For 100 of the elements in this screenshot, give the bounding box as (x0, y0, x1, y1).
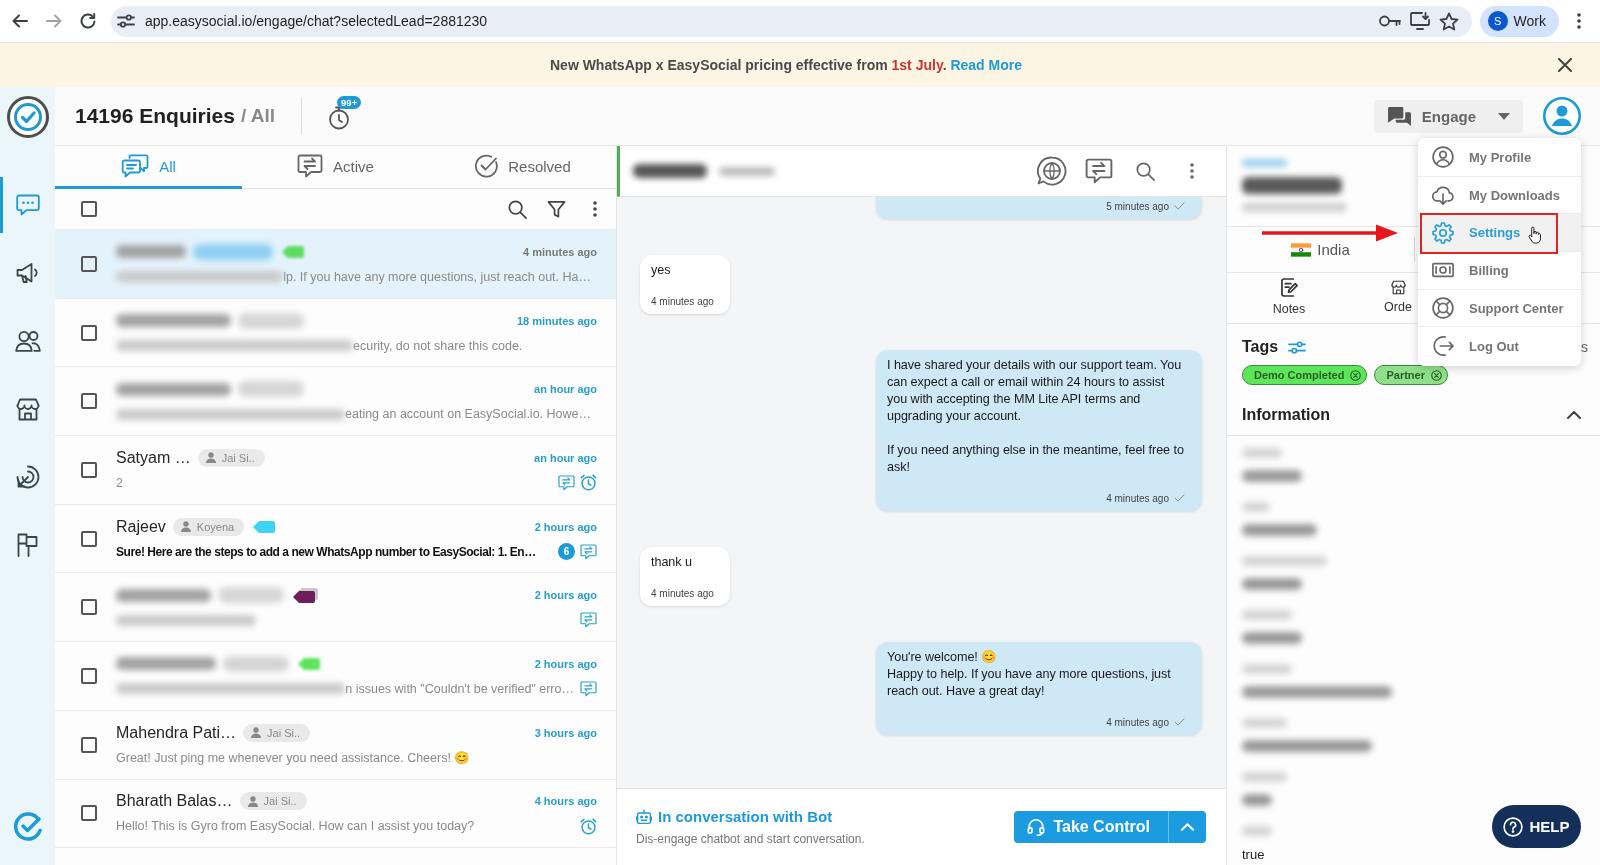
stopwatch-icon[interactable] (328, 106, 351, 130)
menu-item[interactable]: Billing (1418, 252, 1581, 290)
row-checkbox[interactable] (81, 805, 97, 822)
tags-action-text[interactable]: s (1581, 339, 1588, 355)
message-preview: n issues with "Couldn't be verified" erro… (345, 681, 574, 696)
conversation-row[interactable]: Mahendra Pati… Jai Si.. 3 hours ago Great! Just ping me whenever you need assistance. Cheers! 😊 (55, 710, 616, 780)
section-title: Information (1242, 405, 1330, 424)
person-icon (251, 727, 262, 739)
more-options-button[interactable] (1168, 811, 1206, 843)
redacted-label (1242, 826, 1272, 836)
swap-chat-icon[interactable] (1085, 158, 1113, 184)
page-title: 14196 Enquiries (75, 104, 235, 128)
message-time: 4 minutes ago (1106, 492, 1169, 504)
contact-name: Mahendra Pati… (116, 723, 237, 742)
row-checkbox[interactable] (81, 667, 97, 684)
announcement-text: New WhatsApp x EasySocial pricing effective from 1st July. Read More (550, 57, 1022, 73)
timestamp: 3 hours ago (534, 726, 597, 739)
conversation-row[interactable]: 2 hours ago (55, 573, 616, 643)
filter-tab[interactable]: Active (242, 146, 429, 189)
menu-item[interactable]: Support Center (1418, 289, 1581, 328)
user-circle-icon (1432, 146, 1454, 169)
robot-icon (636, 808, 652, 825)
tag-chip[interactable]: Partner (1374, 365, 1448, 385)
row-checkbox[interactable] (81, 530, 97, 547)
conversation-row[interactable]: Rajeev Koyena 2 hours ago Sure! Here are the steps to add a new WhatsApp number to EasySocial: 1. En… 6 (55, 504, 616, 574)
timestamp: 2 hours ago (534, 657, 597, 670)
logout-icon (1432, 335, 1454, 358)
conversation-row[interactable]: Bharath Balas… Jai Si.. 4 hours ago Hello! This is Gyro from EasySocial. How can I assist you today? (55, 779, 616, 849)
tag-chip[interactable]: Demo Completed (1242, 365, 1368, 385)
hand-cursor-icon (1528, 226, 1541, 245)
take-control-button[interactable]: Take Control (1014, 811, 1168, 843)
redacted-label (1242, 502, 1270, 512)
kebab-menu-icon[interactable] (1577, 13, 1581, 29)
tags-title: Tags (1242, 338, 1279, 356)
close-icon[interactable] (1558, 58, 1572, 72)
caret-down-icon (1498, 112, 1510, 120)
key-icon[interactable] (1378, 15, 1401, 27)
timestamp: 2 hours ago (534, 520, 597, 533)
cloud-download-icon (1432, 185, 1454, 206)
message-preview: Great! Just ping me whenever you need assistance. Cheers! 😊 (116, 750, 471, 766)
bot-status-subtitle: Dis-engage chatbot and start conversation. (636, 832, 865, 846)
reload-icon[interactable] (80, 13, 96, 29)
address-bar[interactable]: app.easysocial.io/engage/chat?selectedLead=2881230 (111, 5, 1472, 37)
filter-icon[interactable] (547, 199, 566, 219)
globe-chat-icon[interactable] (1037, 156, 1067, 186)
message-time: 5 minutes ago (1106, 200, 1169, 212)
target-arrow-icon (15, 465, 40, 489)
redacted-agent-chip (238, 312, 304, 329)
message-time: 4 minutes ago (651, 295, 714, 307)
row-checkbox[interactable] (81, 736, 97, 753)
sliders-icon[interactable] (117, 14, 135, 28)
conversation-row[interactable]: 4 minutes ago lp. If you have any more questions, just reach out. Ha… (55, 230, 616, 299)
search-icon[interactable] (508, 199, 527, 219)
user-avatar-icon[interactable] (1543, 97, 1581, 135)
agent-name: Jai Si.. (267, 726, 301, 739)
panel-tab[interactable]: Notes (1227, 273, 1351, 323)
back-arrow-icon[interactable] (12, 13, 28, 29)
brand-logo-icon[interactable] (12, 811, 43, 841)
profile-avatar: S (1487, 11, 1508, 31)
remove-icon[interactable] (1350, 369, 1362, 381)
notification-badge: 99+ (337, 96, 362, 109)
store-icon (1390, 280, 1406, 295)
row-checkbox[interactable] (81, 393, 97, 410)
profile-button[interactable]: S Work (1479, 5, 1559, 37)
kebab-menu-icon[interactable] (593, 201, 597, 217)
conversation-row[interactable]: 18 minutes ago ecurity, do not share this code. (55, 298, 616, 368)
conversation-row[interactable]: an hour ago eating an account on EasySocial.io. Howe… (55, 367, 616, 437)
agent-name: Koyena (196, 520, 235, 533)
conversation-row[interactable]: 2 hours ago n issues with "Couldn't be verified" erro… (55, 642, 616, 711)
timestamp: an hour ago (534, 383, 597, 396)
menu-item[interactable]: Log Out (1418, 327, 1581, 366)
redacted-agent-chip (218, 587, 284, 604)
unread-count-badge: 6 (558, 543, 575, 561)
menu-item[interactable]: My Profile (1418, 139, 1581, 177)
sliders-icon[interactable] (1288, 340, 1307, 354)
timestamp: 18 minutes ago (516, 314, 597, 327)
row-checkbox[interactable] (81, 324, 97, 341)
star-icon[interactable] (1438, 11, 1459, 31)
search-icon[interactable] (1136, 161, 1155, 181)
kebab-menu-icon[interactable] (1190, 163, 1194, 179)
remove-icon[interactable] (1431, 369, 1442, 381)
redacted-agent-chip (238, 381, 304, 398)
lifebuoy-icon (1432, 297, 1454, 320)
agent-name: Jai Si.. (263, 795, 297, 808)
chevron-up-icon[interactable] (1567, 410, 1581, 419)
message-time: 4 minutes ago (1106, 716, 1169, 728)
select-all-checkbox[interactable] (81, 201, 97, 217)
conversation-row[interactable]: Satyam … Jai Si.. an hour ago 2 (55, 436, 616, 505)
read-more-link[interactable]: Read More (950, 57, 1022, 73)
bot-status-title: In conversation with Bot (658, 808, 833, 825)
row-checkbox[interactable] (81, 255, 97, 272)
row-checkbox[interactable] (81, 599, 97, 616)
filter-tab[interactable]: All (55, 146, 242, 189)
monitor-download-icon[interactable] (1409, 12, 1430, 30)
chat-bubble-icon (15, 194, 40, 216)
engage-button[interactable]: Engage (1373, 99, 1523, 133)
store-icon (15, 397, 40, 421)
filter-tab[interactable]: Resolved (429, 146, 616, 189)
message-preview: 2 (116, 475, 123, 490)
row-checkbox[interactable] (81, 461, 97, 478)
